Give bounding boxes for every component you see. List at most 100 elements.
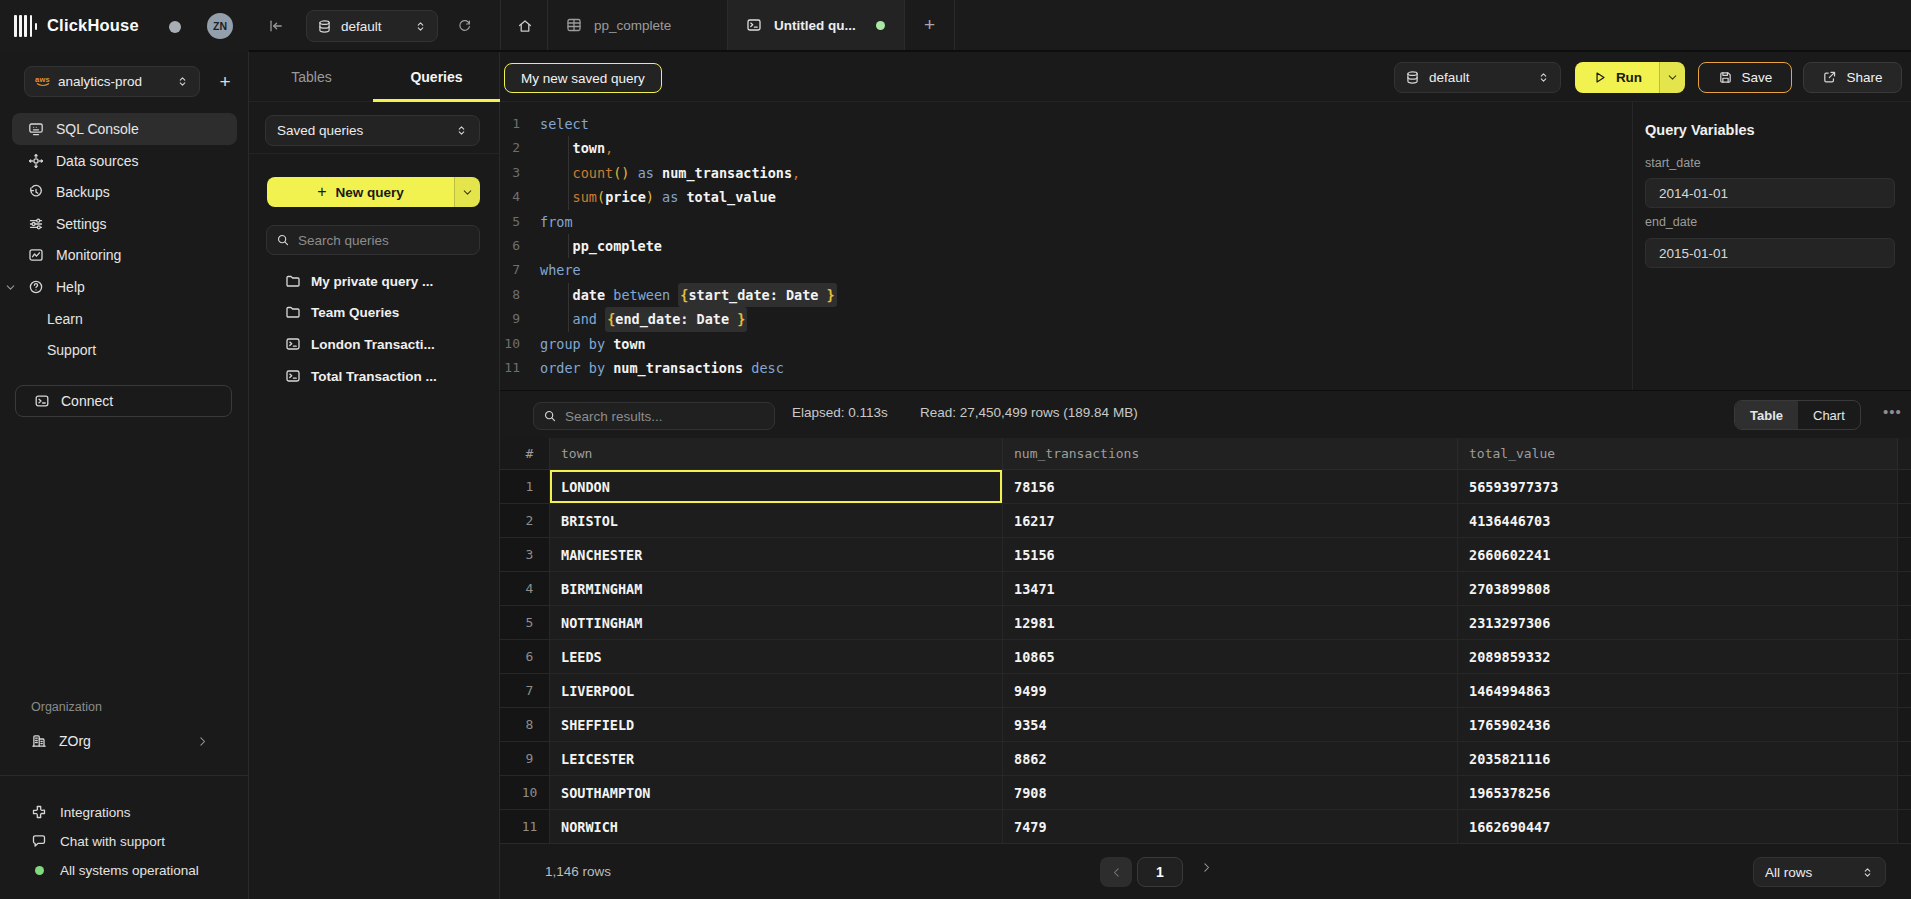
- refresh-icon[interactable]: [457, 18, 472, 33]
- new-tab-button[interactable]: +: [905, 0, 955, 50]
- line-number: 8: [500, 283, 520, 307]
- avatar[interactable]: ZN: [207, 13, 233, 39]
- row-index[interactable]: 6: [500, 640, 550, 674]
- cell-num-transactions[interactable]: 12981: [1003, 606, 1458, 640]
- cell-town[interactable]: LEEDS: [550, 640, 1003, 674]
- cell-num-transactions[interactable]: 9499: [1003, 674, 1458, 708]
- cell-num-transactions[interactable]: 16217: [1003, 504, 1458, 538]
- sidebar-item-monitoring[interactable]: Monitoring: [12, 239, 237, 271]
- row-index[interactable]: 1: [500, 470, 550, 504]
- project-select[interactable]: aws analytics-prod: [24, 66, 200, 97]
- cell-total-value[interactable]: 2313297306: [1458, 606, 1898, 640]
- column-header-town[interactable]: town: [550, 438, 1003, 470]
- cell-total-value[interactable]: 56593977373: [1458, 470, 1898, 504]
- cell-num-transactions[interactable]: 7908: [1003, 776, 1458, 810]
- sidebar-item-settings[interactable]: Settings: [12, 208, 237, 240]
- sidebar-subitem-learn[interactable]: Learn: [47, 305, 83, 333]
- workspace-tab-untitledqu[interactable]: Untitled qu...: [727, 0, 905, 50]
- column-header-index[interactable]: #: [500, 438, 550, 470]
- sidebar-footer-all-systems-operational[interactable]: All systems operational: [12, 857, 237, 883]
- cell-total-value[interactable]: 1765902436: [1458, 708, 1898, 742]
- new-query-button[interactable]: +New query: [267, 177, 480, 207]
- organization-item[interactable]: ZOrg: [12, 728, 237, 754]
- row-index[interactable]: 2: [500, 504, 550, 538]
- page-size-select[interactable]: All rows: [1753, 857, 1886, 887]
- row-index[interactable]: 10: [500, 776, 550, 810]
- run-menu-button[interactable]: [1659, 62, 1685, 93]
- share-button[interactable]: Share: [1803, 62, 1902, 93]
- sidebar-footer-integrations[interactable]: Integrations: [12, 799, 237, 825]
- topbar-database-select[interactable]: default: [306, 10, 438, 42]
- cell-total-value[interactable]: 2703899808: [1458, 572, 1898, 606]
- cell-town[interactable]: SOUTHAMPTON: [550, 776, 1003, 810]
- search-queries-placeholder: Search queries: [298, 233, 389, 248]
- cell-num-transactions[interactable]: 78156: [1003, 470, 1458, 504]
- add-project-button[interactable]: +: [213, 70, 237, 94]
- sql-editor[interactable]: 1select2town,3count() as num_transaction…: [500, 102, 1632, 390]
- saved-queries-select[interactable]: Saved queries: [265, 115, 480, 146]
- cell-town[interactable]: SHEFFIELD: [550, 708, 1003, 742]
- sidebar-item-help[interactable]: Help: [12, 271, 237, 303]
- row-index[interactable]: 9: [500, 742, 550, 776]
- row-index[interactable]: 5: [500, 606, 550, 640]
- row-index[interactable]: 11: [500, 810, 550, 844]
- workspace-tab-pp_complete[interactable]: pp_complete: [547, 0, 727, 50]
- cell-num-transactions[interactable]: 10865: [1003, 640, 1458, 674]
- cell-town[interactable]: LEICESTER: [550, 742, 1003, 776]
- saved-query-tab[interactable]: My new saved query: [504, 63, 662, 93]
- cell-town[interactable]: MANCHESTER: [550, 538, 1003, 572]
- cell-num-transactions[interactable]: 7479: [1003, 810, 1458, 844]
- sidebar-item-sql-console[interactable]: SQL Console: [12, 113, 237, 145]
- previous-page-button[interactable]: [1100, 857, 1132, 887]
- row-index[interactable]: 3: [500, 538, 550, 572]
- row-index[interactable]: 4: [500, 572, 550, 606]
- column-header-total_value[interactable]: total_value: [1458, 438, 1898, 470]
- sidebar-footer-chat-with-support[interactable]: Chat with support: [12, 828, 237, 854]
- cell-town[interactable]: BRISTOL: [550, 504, 1003, 538]
- query-list-item[interactable]: Team Queries: [269, 297, 480, 327]
- view-toggle-table[interactable]: Table: [1735, 401, 1798, 429]
- next-page-button[interactable]: [1200, 860, 1213, 878]
- cell-town[interactable]: BIRMINGHAM: [550, 572, 1003, 606]
- cell-total-value[interactable]: 1662690447: [1458, 810, 1898, 844]
- cell-total-value[interactable]: 4136446703: [1458, 504, 1898, 538]
- search-results-input[interactable]: Search results...: [533, 402, 775, 430]
- connect-button[interactable]: Connect: [15, 385, 232, 417]
- cell-total-value[interactable]: 2035821116: [1458, 742, 1898, 776]
- cell-num-transactions[interactable]: 8862: [1003, 742, 1458, 776]
- row-index[interactable]: 7: [500, 674, 550, 708]
- panel-tab-queries[interactable]: Queries: [374, 52, 499, 102]
- cell-num-transactions[interactable]: 9354: [1003, 708, 1458, 742]
- cell-total-value[interactable]: 1965378256: [1458, 776, 1898, 810]
- cell-total-value[interactable]: 1464994863: [1458, 674, 1898, 708]
- query-list-item[interactable]: Total Transaction ...: [269, 361, 480, 391]
- results-menu-button[interactable]: •••: [1883, 403, 1902, 420]
- cell-num-transactions[interactable]: 15156: [1003, 538, 1458, 572]
- sidebar-subitem-support[interactable]: Support: [47, 336, 96, 364]
- cell-total-value[interactable]: 2089859332: [1458, 640, 1898, 674]
- search-queries-input[interactable]: Search queries: [266, 225, 480, 255]
- cell-town[interactable]: LONDON: [550, 470, 1003, 504]
- column-header-num_transactions[interactable]: num_transactions: [1003, 438, 1458, 470]
- run-database-select[interactable]: default: [1394, 62, 1561, 93]
- panel-tab-tables[interactable]: Tables: [249, 52, 374, 102]
- cell-num-transactions[interactable]: 13471: [1003, 572, 1458, 606]
- sidebar-item-data-sources[interactable]: Data sources: [12, 145, 237, 177]
- cell-town[interactable]: NORWICH: [550, 810, 1003, 844]
- current-page[interactable]: 1: [1137, 857, 1183, 887]
- sidebar-item-backups[interactable]: Backups: [12, 176, 237, 208]
- cell-town[interactable]: LIVERPOOL: [550, 674, 1003, 708]
- collapse-back-icon[interactable]: [268, 18, 284, 34]
- query-list-item[interactable]: My private query ...: [269, 266, 480, 296]
- variable-input-end_date[interactable]: [1645, 238, 1895, 268]
- variable-input-start_date[interactable]: [1645, 178, 1895, 208]
- save-button[interactable]: Save: [1698, 62, 1792, 93]
- run-button[interactable]: Run: [1575, 62, 1685, 93]
- view-toggle-chart[interactable]: Chart: [1798, 401, 1860, 429]
- cell-total-value[interactable]: 2660602241: [1458, 538, 1898, 572]
- new-query-menu-button[interactable]: [454, 177, 480, 207]
- query-list-item[interactable]: London Transacti...: [269, 329, 480, 359]
- cell-town[interactable]: NOTTINGHAM: [550, 606, 1003, 640]
- row-index[interactable]: 8: [500, 708, 550, 742]
- home-icon[interactable]: [517, 18, 533, 34]
